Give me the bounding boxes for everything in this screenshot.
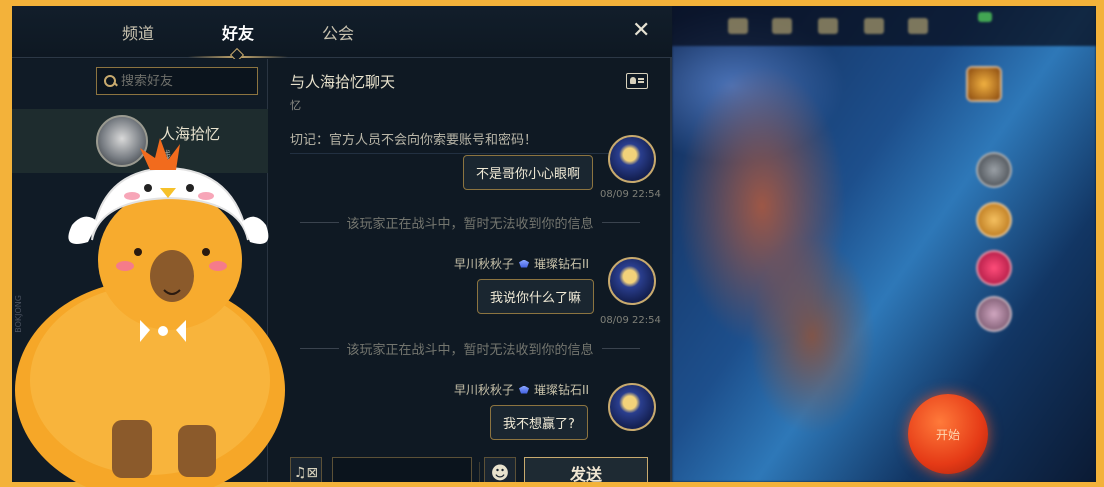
sender-avatar[interactable] (608, 135, 656, 183)
sender-name: 早川秋秋子 (454, 383, 515, 397)
security-warning: 切记：官方人员不会向你索要账号和密码！ (290, 133, 538, 148)
message-bubble: 我不想赢了? (490, 405, 588, 440)
sender-avatar[interactable] (608, 383, 656, 431)
message-sender: 早川秋秋子 璀璨钻石II (454, 381, 589, 398)
message-bubble: 我说你什么了嘛 (477, 279, 595, 314)
diamond-rank-icon (517, 259, 531, 269)
start-match-label: 开始 (935, 427, 960, 442)
search-icon (103, 74, 117, 88)
system-notice-text: 该玩家正在战斗中，暂时无法收到你的信息 (346, 343, 594, 358)
chat-input-bar: ♫⊠ ! ☻ 发送 (290, 457, 670, 482)
chat-subtitle: 忆 (290, 99, 301, 112)
shop-icon[interactable] (818, 18, 838, 34)
tab-friends[interactable]: 好友 (222, 20, 254, 44)
social-tabs: 频道 好友 公会 ✕ (12, 6, 672, 63)
message-sender: 早川秋秋子 璀璨钻石II (454, 255, 589, 272)
friend-avatar-3[interactable] (976, 250, 1012, 286)
home-icon[interactable] (728, 18, 748, 34)
message-time: 08/09 22:54 (600, 315, 661, 326)
chat-divider (290, 153, 650, 154)
system-notice-text: 该玩家正在战斗中，暂时无法收到你的信息 (346, 217, 594, 232)
game-background (672, 6, 1096, 482)
sender-rank: 璀璨钻石II (534, 383, 590, 397)
close-button[interactable]: ✕ (632, 18, 650, 43)
divider-line (300, 222, 339, 223)
search-input[interactable] (121, 73, 251, 89)
signal-icon (978, 12, 992, 22)
message-bubble: 不是哥你小心眼啊 (463, 155, 594, 190)
tab-guild[interactable]: 公会 (322, 20, 354, 44)
divider-line (601, 348, 641, 349)
divider-line (601, 222, 641, 223)
message-time: 08/09 22:54 (600, 189, 661, 200)
friend-avatar-2[interactable] (976, 202, 1012, 238)
send-button[interactable]: 发送 (524, 457, 648, 482)
bag-icon[interactable] (772, 18, 792, 34)
game-top-toolbar (672, 6, 1096, 46)
mail-icon[interactable] (908, 18, 928, 34)
sender-avatar[interactable] (608, 257, 656, 305)
chat-title: 与人海拾忆聊天 (290, 73, 396, 91)
chat-icon[interactable] (864, 18, 884, 34)
diamond-rank-icon (517, 385, 531, 395)
sender-name: 早川秋秋子 (454, 257, 515, 271)
friend-avatar-1[interactable] (976, 152, 1012, 188)
system-notice: 该玩家正在战斗中，暂时无法收到你的信息 (300, 213, 641, 232)
emoji-button[interactable]: ☻ (484, 457, 516, 482)
sender-rank: 璀璨钻石II (534, 257, 590, 271)
chat-window: 与人海拾忆聊天 忆 切记：官方人员不会向你索要账号和密码！ 不是哥你小心眼啊 0… (270, 59, 670, 482)
party-avatar[interactable] (966, 66, 1002, 102)
start-match-button[interactable]: 开始 (908, 394, 988, 474)
message-input[interactable]: ! (332, 457, 496, 482)
friend-avatar-4[interactable] (976, 296, 1012, 332)
divider-line (300, 348, 339, 349)
friend-search[interactable] (96, 67, 258, 95)
capybara-sticker (15, 138, 285, 487)
tab-channel[interactable]: 频道 (122, 20, 154, 44)
profile-card-icon[interactable] (626, 73, 648, 89)
system-notice: 该玩家正在战斗中，暂时无法收到你的信息 (300, 339, 641, 358)
